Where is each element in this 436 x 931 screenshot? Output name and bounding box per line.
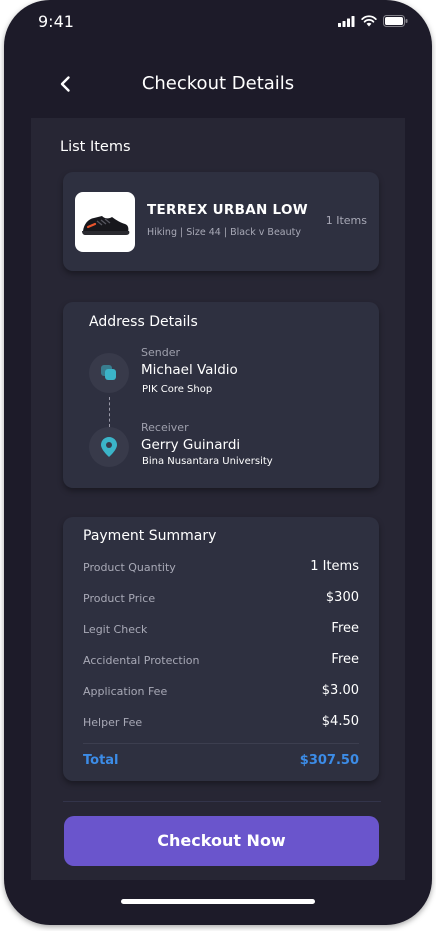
battery-icon (383, 15, 408, 27)
payment-row-value: Free (331, 621, 359, 636)
status-time: 9:41 (38, 12, 74, 31)
status-icons (338, 15, 408, 27)
product-image (75, 192, 135, 252)
address-card: Address Details Sender Michael Valdio PI… (63, 302, 379, 488)
store-icon (101, 365, 116, 380)
total-label: Total (83, 753, 119, 768)
product-name: TERREX URBAN LOW (147, 202, 308, 218)
payment-row-label: Product Quantity (83, 561, 176, 574)
payment-row-price: Product Price $300 (83, 590, 359, 608)
payment-row-application-fee: Application Fee $3.00 (83, 683, 359, 701)
payment-title: Payment Summary (83, 528, 217, 544)
list-items-label: List Items (60, 139, 131, 155)
payment-row-protection: Accidental Protection Free (83, 652, 359, 670)
header: Checkout Details (4, 62, 432, 106)
checkout-now-button[interactable]: Checkout Now (64, 816, 379, 866)
total-value: $307.50 (299, 753, 359, 768)
product-quantity: 1 Items (325, 214, 367, 227)
wifi-icon (361, 15, 377, 27)
payment-row-label: Application Fee (83, 685, 168, 698)
sender-name: Michael Valdio (141, 362, 238, 378)
payment-row-quantity: Product Quantity 1 Items (83, 559, 359, 577)
sender-icon-circle (89, 353, 129, 393)
receiver-name: Gerry Guinardi (141, 437, 241, 453)
payment-divider (83, 743, 359, 744)
page-title: Checkout Details (141, 73, 295, 94)
home-indicator[interactable] (121, 899, 315, 904)
sender-place: PIK Core Shop (142, 384, 213, 395)
footer-divider (63, 801, 381, 802)
payment-row-label: Accidental Protection (83, 654, 200, 667)
payment-row-label: Legit Check (83, 623, 148, 636)
product-card[interactable]: TERREX URBAN LOW Hiking | Size 44 | Blac… (63, 172, 379, 271)
payment-row-value: $4.50 (321, 714, 359, 729)
sender-role: Sender (141, 346, 180, 359)
payment-row-helper-fee: Helper Fee $4.50 (83, 714, 359, 732)
phone-frame: 9:41 Checkout Details List Items TERREX … (4, 0, 432, 925)
payment-row-label: Helper Fee (83, 716, 143, 729)
payment-row-value: $300 (325, 590, 359, 605)
product-description: Hiking | Size 44 | Black v Beauty (147, 227, 301, 238)
payment-row-legit-check: Legit Check Free (83, 621, 359, 639)
payment-summary-card: Payment Summary Product Quantity 1 Items… (63, 517, 379, 781)
payment-row-value: 1 Items (310, 559, 359, 574)
signal-icon (338, 15, 355, 27)
payment-row-value: $3.00 (321, 683, 359, 698)
receiver-icon-circle (89, 427, 129, 467)
receiver-place: Bina Nusantara University (142, 456, 273, 467)
route-connector (109, 397, 110, 427)
receiver-role: Receiver (141, 421, 189, 434)
shoe-icon (82, 216, 130, 235)
payment-row-value: Free (331, 652, 359, 667)
status-bar: 9:41 (4, 0, 432, 44)
address-title: Address Details (89, 314, 198, 330)
payment-row-label: Product Price (83, 592, 156, 605)
location-pin-icon (101, 437, 117, 457)
